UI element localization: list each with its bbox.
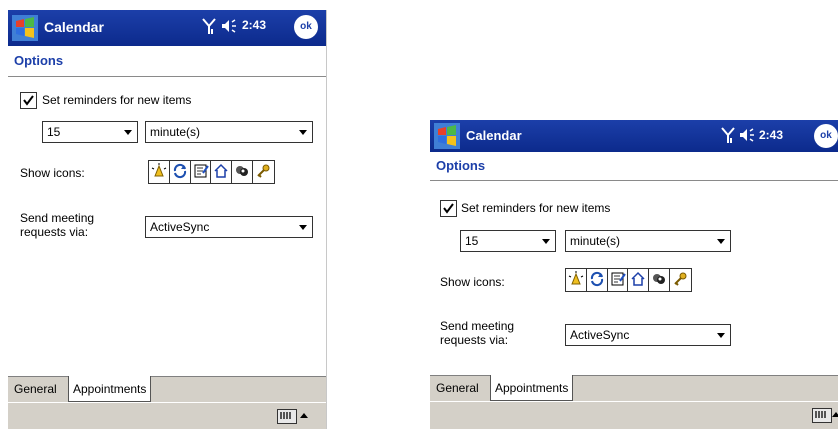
show-icons-toolbar [148, 160, 275, 184]
home-icon[interactable] [211, 161, 233, 183]
checkmark-icon [23, 95, 34, 106]
reminders-checkbox[interactable] [20, 92, 37, 109]
send-meeting-label-line2: requests via: [20, 225, 89, 239]
speaker-volume-icon[interactable] [738, 126, 758, 144]
send-meeting-label-line1: Send meeting [20, 211, 95, 225]
calendar-window-small: Calendar 2:43 ok Options Set reminders f… [430, 120, 838, 429]
speaker-volume-icon[interactable] [220, 17, 240, 35]
reminder-unit-select[interactable]: minute(s) [145, 121, 313, 143]
reminder-amount-select[interactable]: 15 [460, 230, 556, 252]
chevron-down-icon [299, 130, 307, 135]
calendar-window-large: Calendar 2:43 ok Options Set reminders f… [8, 10, 327, 429]
recurrence-icon[interactable] [587, 269, 608, 291]
alarm-icon[interactable] [149, 161, 170, 183]
reminder-amount-value: 15 [465, 234, 479, 248]
send-meeting-label-line1: Send meeting [440, 319, 515, 333]
clock-time[interactable]: 2:43 [759, 128, 783, 142]
app-title: Calendar [466, 128, 522, 143]
note-icon[interactable] [191, 161, 212, 183]
tab-appointments[interactable]: Appointments [68, 376, 152, 402]
tab-strip: General Appointments [430, 375, 838, 402]
input-panel-arrow-up-icon[interactable] [832, 412, 838, 417]
tab-general[interactable]: General [10, 377, 61, 402]
show-icons-toolbar [565, 268, 692, 292]
reminders-label[interactable]: Set reminders for new items [42, 93, 191, 107]
meeting-transport-value: ActiveSync [570, 328, 630, 342]
page-heading: Options [430, 152, 838, 181]
chevron-down-icon [124, 130, 132, 135]
input-panel-arrow-up-icon[interactable] [300, 413, 308, 418]
meeting-transport-value: ActiveSync [150, 220, 210, 234]
reminder-unit-select[interactable]: minute(s) [565, 230, 731, 252]
chevron-down-icon [542, 239, 550, 244]
signal-antenna-icon[interactable] [720, 126, 736, 144]
windows-flag-icon [12, 15, 38, 41]
meeting-icon[interactable] [649, 269, 671, 291]
signal-antenna-icon[interactable] [201, 17, 217, 35]
keyboard-icon[interactable] [277, 409, 297, 424]
chevron-down-icon [299, 225, 307, 230]
meeting-transport-select[interactable]: ActiveSync [565, 324, 731, 346]
ok-button[interactable]: ok [294, 15, 318, 39]
show-icons-label: Show icons: [440, 275, 505, 289]
keyboard-icon[interactable] [812, 408, 832, 423]
chevron-down-icon [717, 239, 725, 244]
page-heading: Options [8, 46, 326, 77]
clock-time[interactable]: 2:43 [242, 18, 266, 32]
windows-flag-icon [434, 123, 460, 149]
start-menu-button[interactable] [434, 123, 460, 149]
recurrence-icon[interactable] [170, 161, 191, 183]
chevron-down-icon [717, 333, 725, 338]
tab-strip: General Appointments [8, 376, 326, 403]
title-bar: Calendar 2:43 ok [8, 10, 326, 46]
app-title: Calendar [44, 19, 104, 35]
reminder-unit-value: minute(s) [150, 125, 201, 139]
send-meeting-label-line2: requests via: [440, 333, 509, 347]
reminder-unit-value: minute(s) [570, 234, 621, 248]
meeting-transport-select[interactable]: ActiveSync [145, 216, 313, 238]
start-menu-button[interactable] [12, 15, 38, 41]
key-icon[interactable] [253, 161, 274, 183]
reminders-label[interactable]: Set reminders for new items [461, 201, 610, 215]
meeting-icon[interactable] [232, 161, 254, 183]
home-icon[interactable] [628, 269, 650, 291]
reminder-amount-select[interactable]: 15 [42, 121, 138, 143]
note-icon[interactable] [608, 269, 629, 291]
key-icon[interactable] [670, 269, 691, 291]
alarm-icon[interactable] [566, 269, 587, 291]
show-icons-label: Show icons: [20, 166, 85, 180]
ok-button[interactable]: ok [814, 124, 838, 148]
checkmark-icon [443, 203, 454, 214]
tab-appointments[interactable]: Appointments [490, 375, 574, 401]
command-bar [8, 402, 326, 429]
tab-general[interactable]: General [432, 376, 483, 401]
reminder-amount-value: 15 [47, 125, 61, 139]
reminders-checkbox[interactable] [440, 200, 457, 217]
command-bar [430, 401, 838, 429]
title-bar: Calendar 2:43 ok [430, 120, 838, 152]
